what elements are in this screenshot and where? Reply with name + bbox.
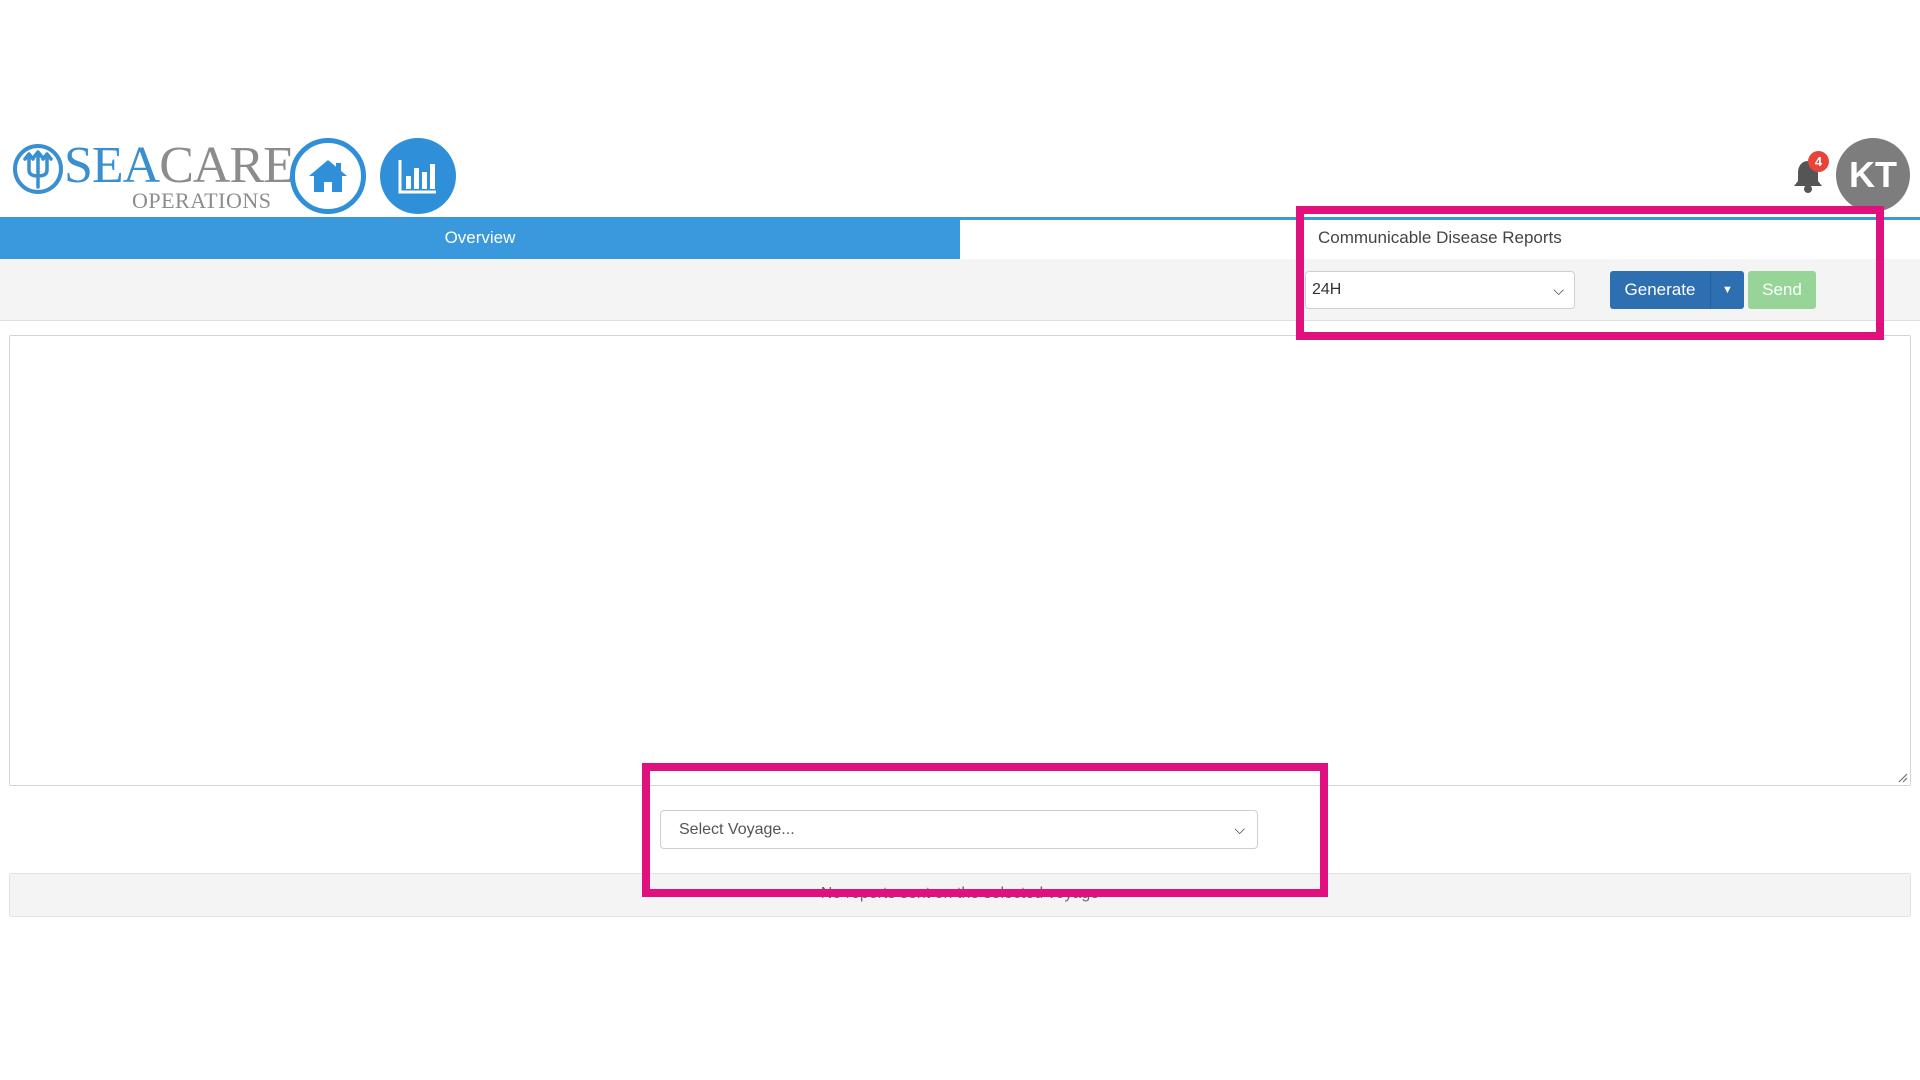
chevron-down-icon: ⌵: [1553, 282, 1564, 298]
logo-text-care: CARE: [159, 137, 295, 194]
app-header: SEACARE OPERATIONS 4 KT: [0, 130, 1920, 216]
tab-communicable-disease-reports[interactable]: Communicable Disease Reports: [1318, 228, 1562, 248]
send-button[interactable]: Send: [1748, 271, 1816, 309]
logo-text-sea: SEA: [64, 137, 160, 194]
reports-list: No reports sent on the selected voyage: [9, 873, 1911, 917]
period-select[interactable]: 24H ⌵: [1305, 271, 1575, 309]
voyage-select[interactable]: Select Voyage... ⌵: [660, 810, 1258, 849]
seacare-logo[interactable]: SEACARE OPERATIONS: [12, 138, 295, 212]
tab-overview[interactable]: Overview: [0, 217, 960, 259]
tab-bar: Overview Communicable Disease Reports: [0, 217, 1920, 259]
logo-subtitle: OPERATIONS: [132, 188, 272, 213]
resize-handle-icon[interactable]: [1896, 771, 1908, 783]
bar-chart-icon: [398, 160, 436, 194]
chevron-down-icon: ⌵: [1234, 821, 1245, 837]
report-toolbar: 24H ⌵ Generate ▼ Send: [0, 259, 1920, 321]
notification-badge: 4: [1808, 151, 1829, 172]
generate-button[interactable]: Generate: [1610, 271, 1710, 309]
voyage-select-placeholder: Select Voyage...: [679, 821, 795, 838]
period-select-value: 24H: [1312, 281, 1342, 298]
home-button[interactable]: [290, 138, 366, 214]
logo-wordmark: SEACARE: [64, 137, 295, 194]
analytics-button[interactable]: [380, 138, 456, 214]
caret-down-icon: ▼: [1722, 284, 1733, 296]
home-icon: [309, 160, 347, 192]
report-text-area[interactable]: [9, 335, 1911, 786]
empty-reports-message: No reports sent on the selected voyage: [820, 885, 1100, 902]
user-avatar[interactable]: KT: [1836, 138, 1910, 212]
generate-dropdown-toggle[interactable]: ▼: [1710, 271, 1744, 309]
trident-icon: [13, 144, 63, 194]
